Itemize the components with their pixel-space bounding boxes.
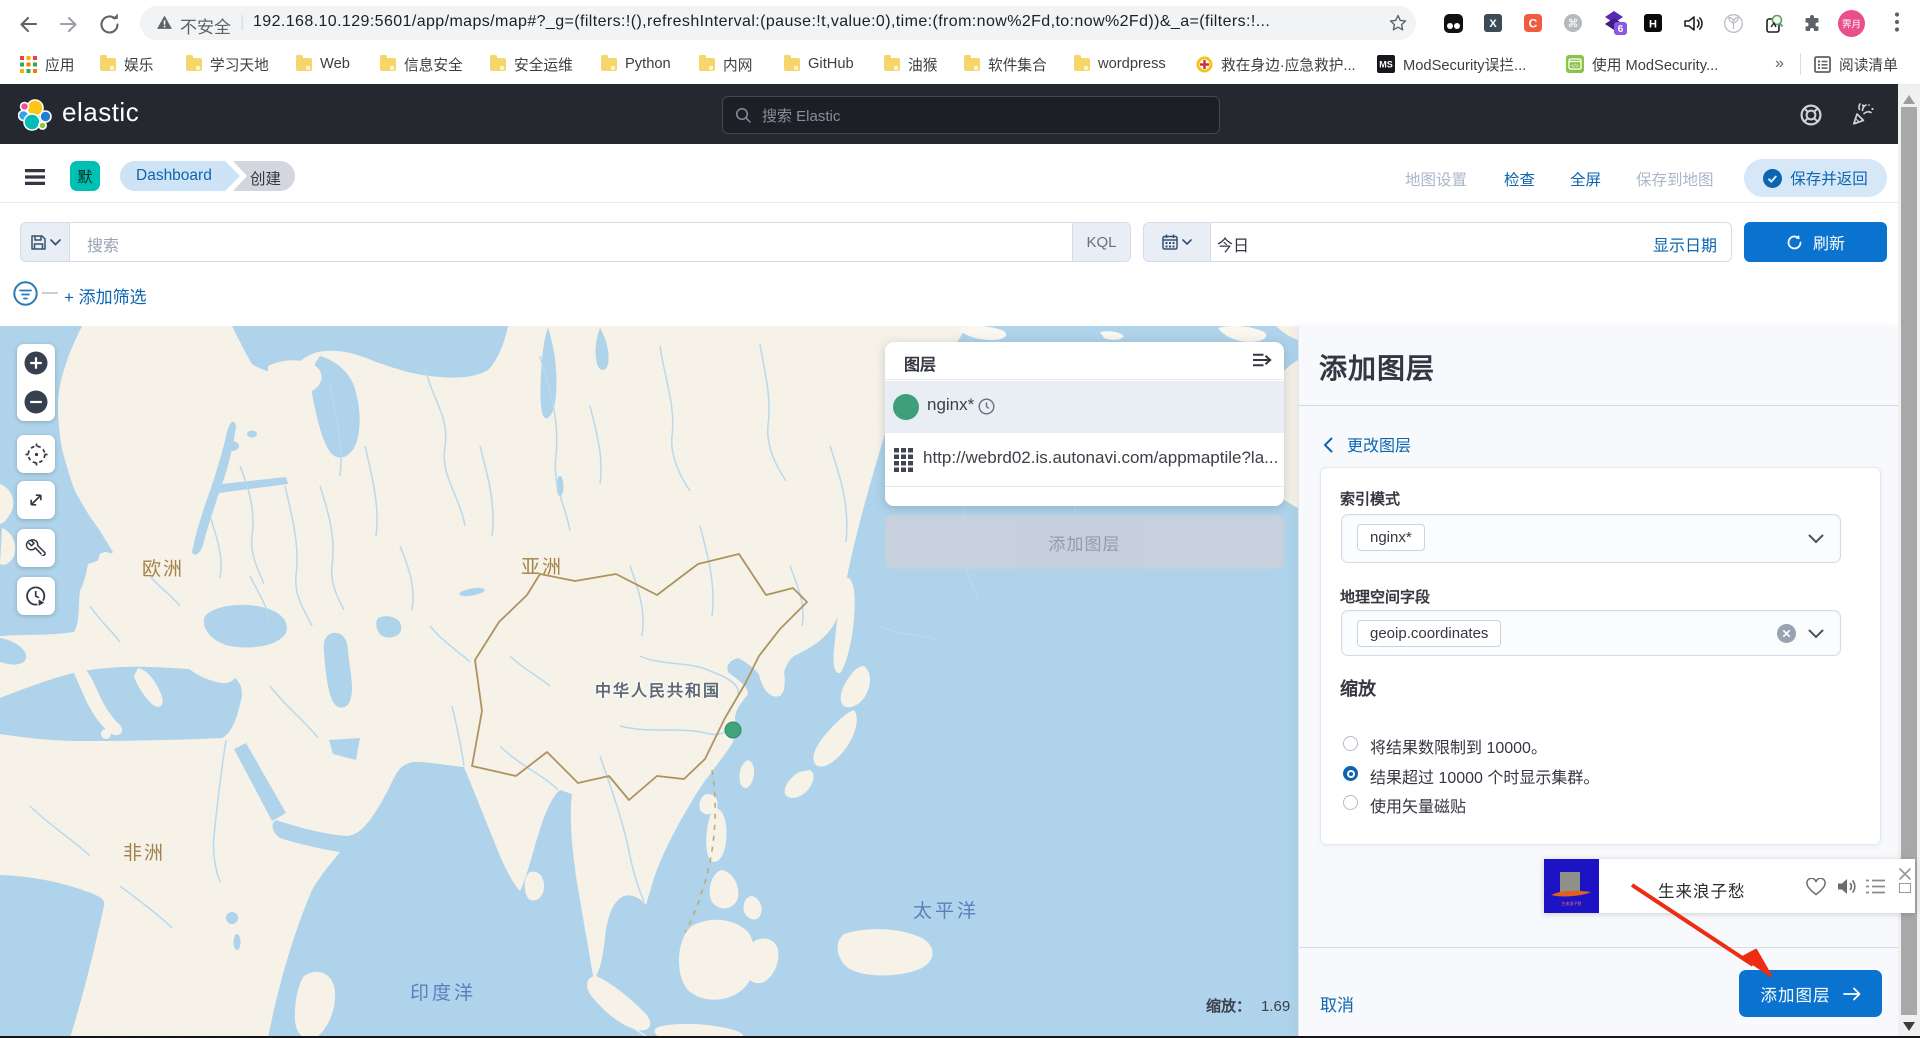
svg-text:</>: </>: [1571, 64, 1579, 70]
svg-text:X: X: [1489, 18, 1497, 30]
svg-text:C: C: [1529, 17, 1538, 31]
svg-text:霁月: 霁月: [1842, 20, 1861, 31]
svg-text:6: 6: [1618, 24, 1624, 35]
svg-text:⌘: ⌘: [1568, 18, 1579, 30]
svg-text:MS: MS: [1379, 60, 1393, 70]
svg-text:H: H: [1649, 19, 1657, 31]
